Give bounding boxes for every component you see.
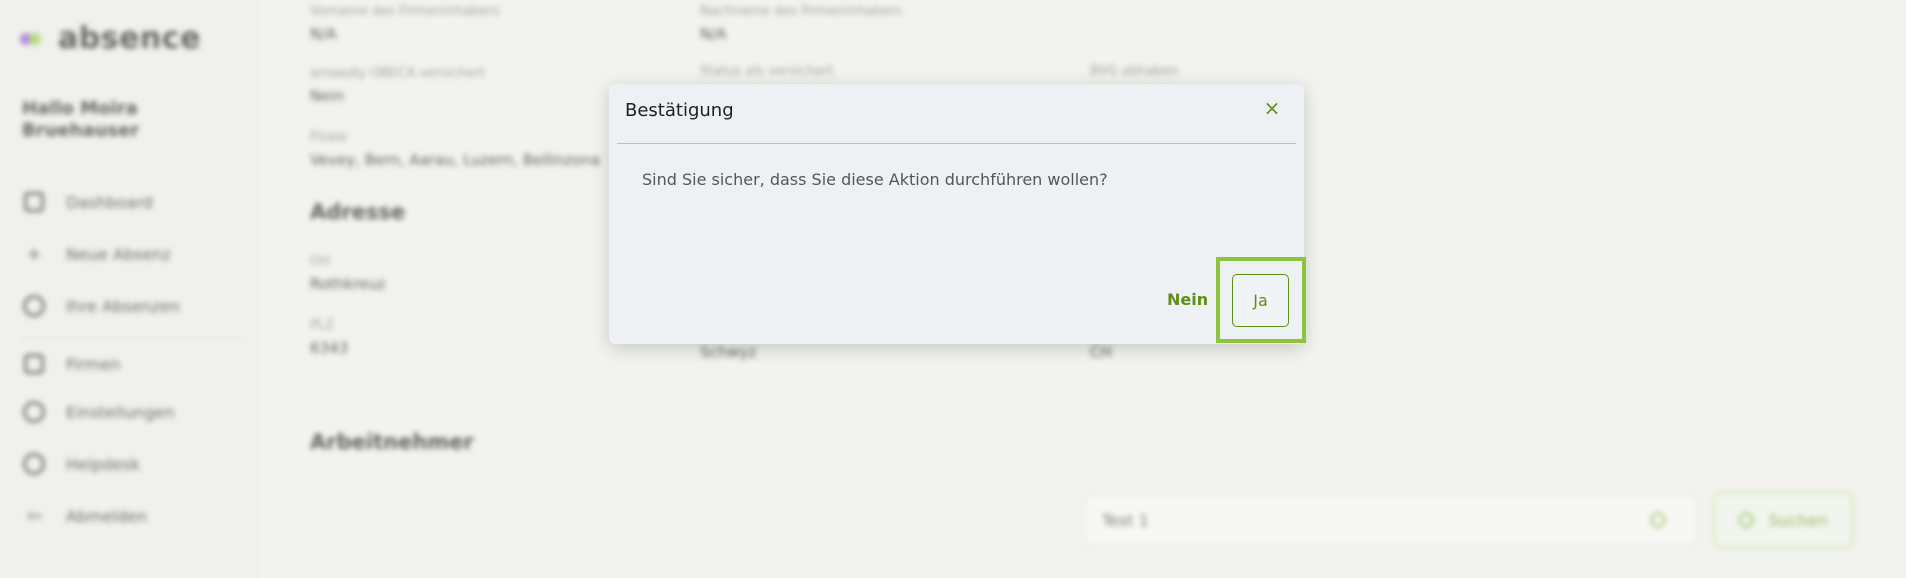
no-button[interactable]: Nein	[1167, 284, 1208, 316]
yes-button-label: Ja	[1253, 291, 1268, 310]
dialog-title: Bestätigung	[625, 100, 734, 121]
app-root: absence Hallo Moira Bruehauser Dashboard…	[0, 0, 1906, 578]
dialog-message: Sind Sie sicher, dass Sie diese Aktion d…	[642, 170, 1108, 189]
confirmation-dialog: Bestätigung × Sind Sie sicher, dass Sie …	[609, 84, 1304, 344]
yes-button[interactable]: Ja	[1232, 274, 1289, 327]
dialog-divider	[617, 143, 1296, 144]
close-icon[interactable]: ×	[1260, 96, 1284, 120]
